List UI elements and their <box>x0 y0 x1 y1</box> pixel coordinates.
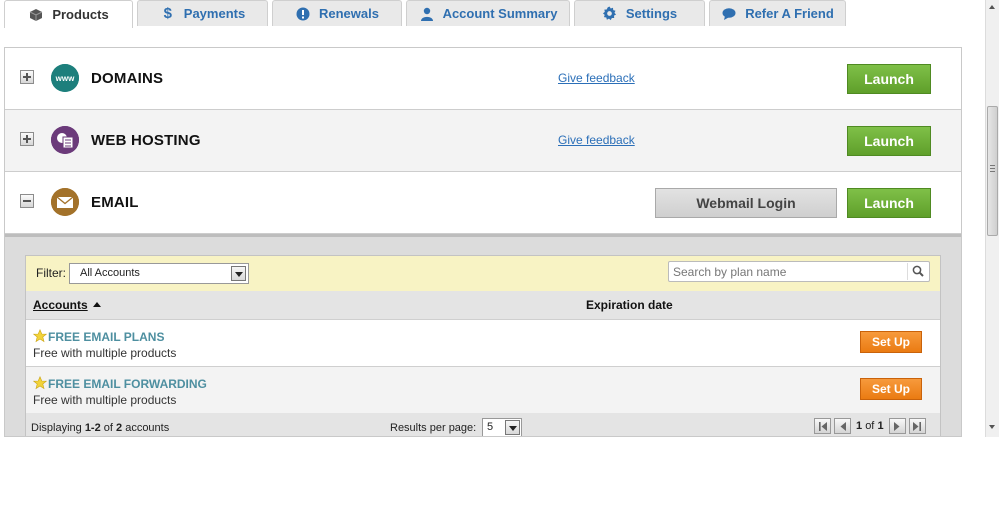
launch-button[interactable]: Launch <box>847 188 931 218</box>
tab-payments[interactable]: $ Payments <box>137 0 268 26</box>
tab-refer-a-friend[interactable]: Refer A Friend <box>709 0 846 26</box>
plan-description: Free with multiple products <box>33 346 177 360</box>
expand-toggle[interactable] <box>20 132 34 146</box>
accounts-column-header[interactable]: Accounts <box>33 298 88 312</box>
tab-label: Renewals <box>319 6 379 21</box>
last-page-icon[interactable] <box>908 418 926 434</box>
tab-products[interactable]: Products <box>4 0 133 28</box>
expiration-column-header: Expiration date <box>586 298 673 312</box>
vertical-scrollbar[interactable] <box>985 0 999 437</box>
pagination: 1 of 1 <box>814 418 926 434</box>
plan-search-input[interactable] <box>669 262 907 281</box>
alert-icon <box>295 6 311 22</box>
set-up-button[interactable]: Set Up <box>860 378 922 400</box>
plan-description: Free with multiple products <box>33 393 177 407</box>
search-icon[interactable] <box>907 263 928 280</box>
scroll-up-arrow-icon[interactable] <box>986 0 999 14</box>
tab-label: Payments <box>183 6 246 21</box>
www-icon: www <box>51 64 79 92</box>
set-up-button[interactable]: Set Up <box>860 331 922 353</box>
collapse-toggle[interactable] <box>20 194 34 208</box>
webmail-login-button[interactable]: Webmail Login <box>655 188 837 218</box>
products-panel: www DOMAINS Give feedback Launch WEB HOS… <box>4 47 962 437</box>
filter-value: All Accounts <box>80 267 140 279</box>
tab-label: Account Summary <box>442 6 558 21</box>
plan-search <box>668 261 930 282</box>
page-indicator: 1 of 1 <box>856 420 884 432</box>
scrollbar-thumb[interactable] <box>987 106 998 236</box>
table-row: FREE EMAIL PLANS Free with multiple prod… <box>26 320 940 367</box>
tab-label: Settings <box>625 6 678 21</box>
previous-page-icon[interactable] <box>834 418 851 434</box>
results-per-page-select[interactable]: 5 <box>482 418 522 436</box>
next-page-icon[interactable] <box>888 418 906 434</box>
tab-settings[interactable]: Settings <box>574 0 705 26</box>
give-feedback-link[interactable]: Give feedback <box>558 133 635 147</box>
product-row-email: EMAIL Webmail Login Launch <box>5 172 961 234</box>
user-icon <box>419 6 435 22</box>
dropdown-arrow-icon <box>505 420 520 435</box>
tab-renewals[interactable]: Renewals <box>272 0 402 26</box>
gear-icon <box>602 6 618 22</box>
product-title: DOMAINS <box>91 70 164 87</box>
results-per-page-value: 5 <box>487 421 494 433</box>
sort-ascending-icon <box>93 302 101 307</box>
email-accounts-area: Filter: All Accounts Accounts Expiration… <box>5 234 961 436</box>
product-title: WEB HOSTING <box>91 132 201 149</box>
dropdown-arrow-icon <box>231 266 246 281</box>
give-feedback-link[interactable]: Give feedback <box>558 71 635 85</box>
scroll-down-arrow-icon[interactable] <box>986 420 999 434</box>
product-row-web-hosting: WEB HOSTING Give feedback Launch <box>5 110 961 172</box>
table-header: Accounts Expiration date <box>26 291 940 320</box>
grip-icon <box>990 165 995 173</box>
tab-account-summary[interactable]: Account Summary <box>406 0 570 26</box>
filter-select[interactable]: All Accounts <box>69 263 249 284</box>
expand-toggle[interactable] <box>20 70 34 84</box>
svg-text:www: www <box>55 74 75 83</box>
product-row-domains: www DOMAINS Give feedback Launch <box>5 48 961 110</box>
filter-label: Filter: <box>36 266 66 280</box>
launch-button[interactable]: Launch <box>847 64 931 94</box>
table-footer: Displaying 1-2 of 2 accounts Results per… <box>26 413 940 436</box>
hosting-icon <box>51 126 79 154</box>
dollar-icon: $ <box>163 5 172 22</box>
box-icon <box>28 7 44 23</box>
plan-name-link[interactable]: FREE EMAIL FORWARDING <box>48 377 207 391</box>
launch-button[interactable]: Launch <box>847 126 931 156</box>
displaying-count: Displaying 1-2 of 2 accounts <box>31 422 170 434</box>
plan-name-link[interactable]: FREE EMAIL PLANS <box>48 330 164 344</box>
results-per-page-label: Results per page: <box>390 422 477 434</box>
filter-bar: Filter: All Accounts <box>26 256 940 292</box>
first-page-icon[interactable] <box>814 418 831 434</box>
tab-label: Products <box>52 7 109 22</box>
table-row: FREE EMAIL FORWARDING Free with multiple… <box>26 367 940 414</box>
tab-bar: Products $ Payments Renewals Account Sum… <box>0 0 985 28</box>
tab-label: Refer A Friend <box>745 6 834 21</box>
chat-icon <box>721 6 737 22</box>
email-accounts-table: Filter: All Accounts Accounts Expiration… <box>25 255 941 436</box>
envelope-icon <box>51 188 79 216</box>
product-title: EMAIL <box>91 194 139 211</box>
